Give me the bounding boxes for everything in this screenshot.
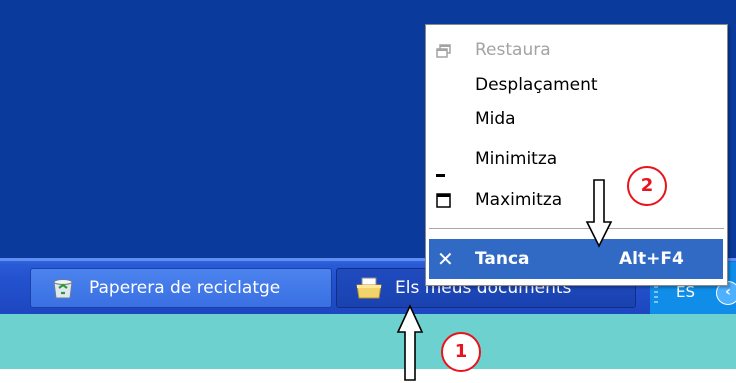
menu-item-maximize[interactable]: Maximitza (426, 187, 727, 217)
taskbar-button-recycle-bin[interactable]: Paperera de reciclatge (30, 268, 332, 308)
menu-item-label: Restaura (475, 40, 551, 60)
arrow-down-annotation-icon (585, 179, 613, 248)
menu-item-label: Mida (475, 109, 516, 129)
restore-icon (436, 43, 452, 63)
menu-item-size[interactable]: Mida (426, 106, 727, 136)
taskbar-button-label: Paperera de reciclatge (89, 278, 281, 298)
menu-item-label: Maximitza (475, 190, 563, 210)
menu-item-shortcut: Alt+F4 (619, 249, 684, 269)
menu-item-move[interactable]: Desplaçament (426, 72, 727, 102)
menu-separator (429, 228, 724, 230)
arrow-up-annotation-icon (396, 304, 424, 381)
close-icon: ✕ (437, 247, 454, 271)
maximize-icon (436, 193, 452, 214)
window-system-menu: Restaura Desplaçament Mida Minimitza Max… (425, 24, 728, 286)
menu-item-close[interactable]: ✕ Tanca Alt+F4 (429, 239, 723, 279)
my-documents-icon (355, 276, 383, 300)
recycle-bin-icon (49, 276, 77, 300)
annotation-background (0, 314, 736, 369)
menu-item-label: Tanca (475, 249, 530, 269)
bottom-margin (0, 369, 736, 383)
callout-number-1: 1 (441, 332, 481, 372)
menu-item-label: Minimitza (475, 149, 558, 169)
menu-item-minimize[interactable]: Minimitza (426, 146, 727, 177)
minimize-icon (436, 163, 446, 183)
menu-item-label: Desplaçament (475, 75, 598, 95)
callout-number-2: 2 (627, 166, 667, 206)
menu-item-restore[interactable]: Restaura (426, 37, 727, 67)
